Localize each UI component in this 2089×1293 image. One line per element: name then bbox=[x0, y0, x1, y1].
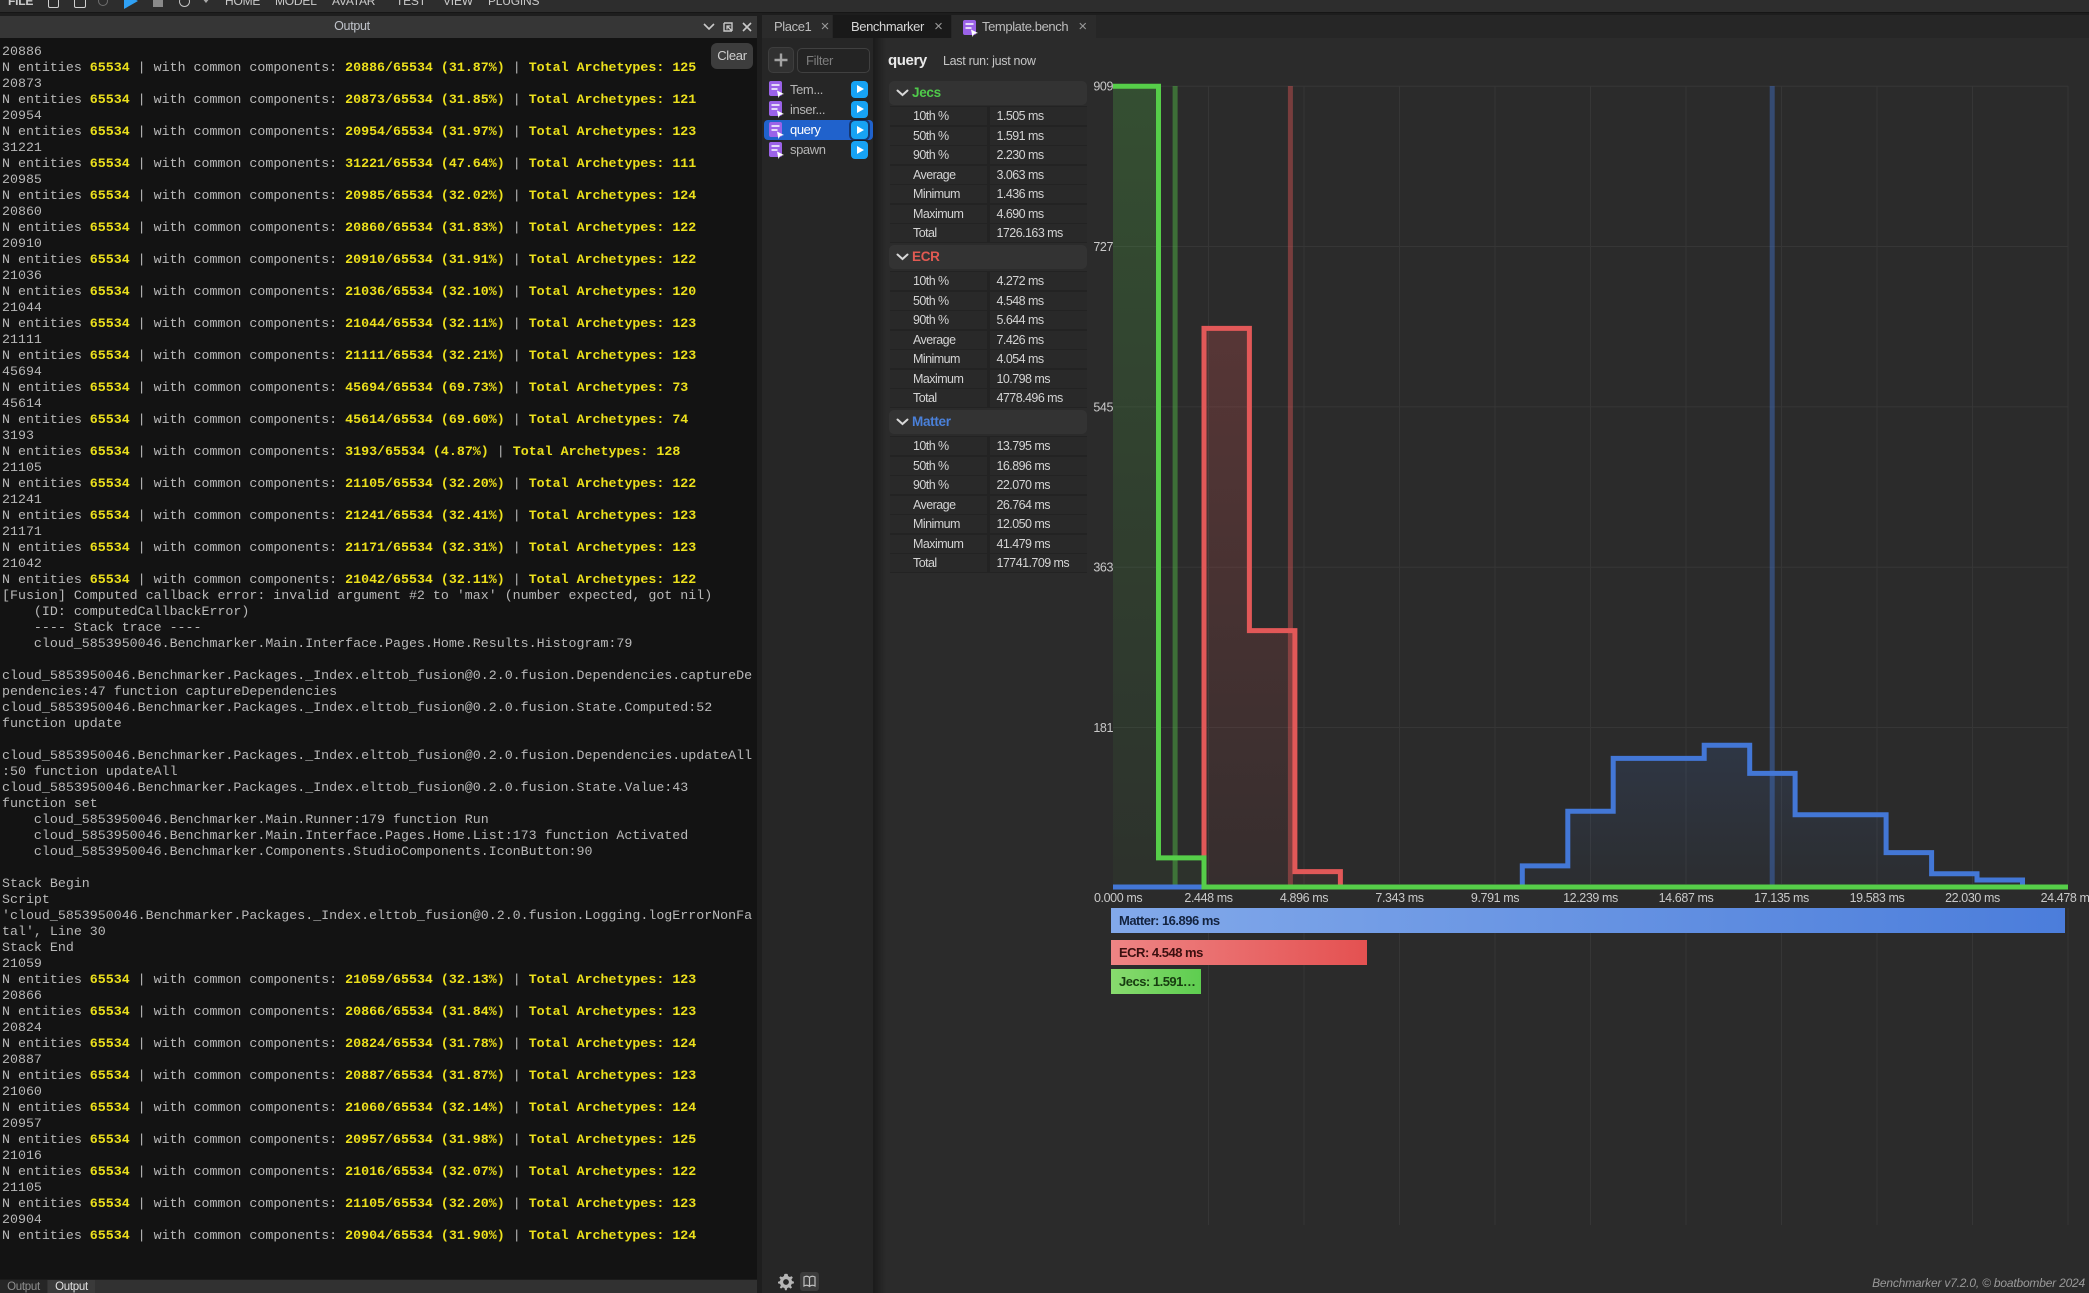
svg-text:9.791 ms: 9.791 ms bbox=[1471, 891, 1519, 905]
svg-text:363: 363 bbox=[1093, 561, 1113, 575]
svg-text:14.687 ms: 14.687 ms bbox=[1659, 891, 1714, 905]
svg-text:545: 545 bbox=[1093, 400, 1113, 414]
svg-text:19.583 ms: 19.583 ms bbox=[1850, 891, 1905, 905]
svg-text:17.135 ms: 17.135 ms bbox=[1754, 891, 1809, 905]
svg-text:909: 909 bbox=[1093, 80, 1113, 94]
svg-text:12.239 ms: 12.239 ms bbox=[1563, 891, 1618, 905]
svg-text:727: 727 bbox=[1093, 240, 1113, 254]
svg-text:22.030 ms: 22.030 ms bbox=[1945, 891, 2000, 905]
svg-text:0.000 ms: 0.000 ms bbox=[1094, 891, 1142, 905]
svg-text:181: 181 bbox=[1093, 721, 1113, 735]
svg-text:24.478 ms: 24.478 ms bbox=[2041, 891, 2089, 905]
svg-text:2.448 ms: 2.448 ms bbox=[1184, 891, 1232, 905]
svg-text:4.896 ms: 4.896 ms bbox=[1280, 891, 1328, 905]
svg-text:7.343 ms: 7.343 ms bbox=[1375, 891, 1423, 905]
